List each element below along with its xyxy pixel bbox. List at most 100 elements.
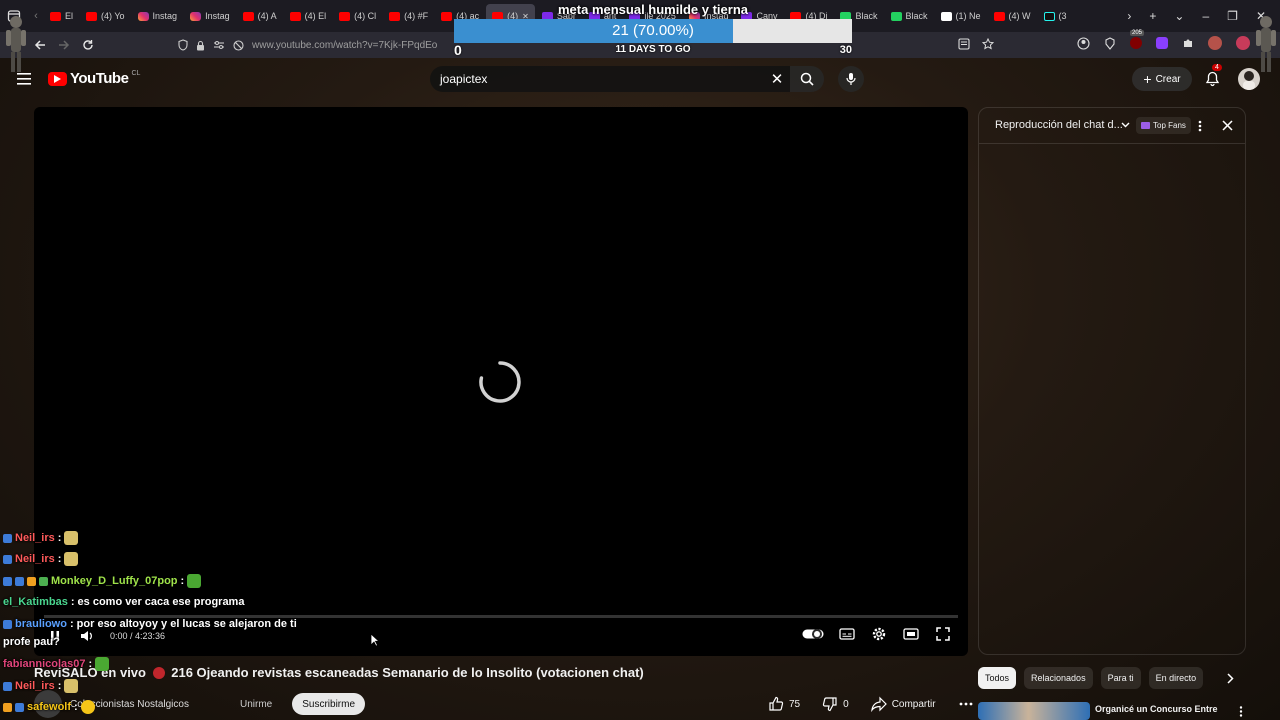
- extension-puzzle-alt-icon[interactable]: [1104, 36, 1116, 50]
- subtitles-icon[interactable]: [838, 625, 856, 643]
- browser-tab[interactable]: (4) Yo: [80, 4, 131, 28]
- subscribe-button[interactable]: Suscribirme: [292, 693, 366, 715]
- browser-tab[interactable]: (4) El: [284, 4, 333, 28]
- browser-tab[interactable]: (4) A: [237, 4, 283, 28]
- browser-tab[interactable]: El: [44, 4, 79, 28]
- close-icon[interactable]: [1219, 117, 1235, 133]
- back-icon[interactable]: [28, 33, 52, 57]
- settings-gear-icon[interactable]: [870, 625, 888, 643]
- share-label: Compartir: [891, 698, 936, 710]
- share-button[interactable]: Compartir: [865, 692, 942, 716]
- chip-related[interactable]: Relacionados: [1024, 667, 1093, 689]
- tracking-protection-icon[interactable]: [178, 39, 188, 51]
- twitch-extension-icon[interactable]: [1156, 37, 1168, 49]
- chat-message: Monkey_D_Luffy_07pop:: [3, 574, 202, 588]
- search-input-value[interactable]: joapictex: [440, 72, 764, 86]
- restore-window-icon[interactable]: ❐: [1227, 9, 1238, 23]
- browser-tab-label: (4) Cl: [354, 11, 377, 21]
- top-fans-label: Top Fans: [1153, 121, 1186, 130]
- browser-tab[interactable]: (4) Cl: [333, 4, 382, 28]
- extension-red-icon[interactable]: [1208, 36, 1222, 50]
- mouse-cursor-icon: [370, 633, 380, 647]
- chip-for-you[interactable]: Para ti: [1100, 667, 1141, 689]
- chat-panel-title[interactable]: Reproducción del chat d...: [995, 119, 1123, 131]
- chat-emote-icon: [187, 574, 202, 588]
- recommended-video-thumbnail[interactable]: [978, 702, 1090, 720]
- recommended-video[interactable]: Organicé un Concurso Entre: [978, 702, 1258, 720]
- chip-live[interactable]: En directo: [1148, 667, 1204, 689]
- chat-username: el_Katimbas: [3, 596, 68, 608]
- autoplay-toggle[interactable]: [802, 625, 824, 643]
- permissions-icon[interactable]: [213, 40, 225, 50]
- browser-tab[interactable]: (3: [1038, 4, 1073, 28]
- reload-icon[interactable]: [76, 33, 100, 57]
- chat-emote-icon: [64, 552, 79, 566]
- search-input[interactable]: joapictex ✕: [430, 66, 790, 92]
- reader-view-icon[interactable]: [958, 38, 970, 50]
- chat-message: brauliowo: por eso altoyoy y el lucas se…: [3, 618, 297, 630]
- chip-all[interactable]: Todos: [978, 667, 1017, 689]
- youtube-favicon-icon: [50, 11, 61, 21]
- browser-tab[interactable]: Instag: [184, 4, 236, 28]
- extensions-area: 205: [1077, 30, 1250, 50]
- share-icon: [870, 696, 887, 712]
- voice-search-button[interactable]: [838, 66, 864, 92]
- chat-message: safewolf:: [3, 700, 95, 714]
- forward-icon[interactable]: [52, 33, 76, 57]
- chevron-right-icon[interactable]: [1222, 670, 1238, 686]
- video-title-main: 216 Ojeando revistas escaneadas Semanari…: [171, 665, 644, 680]
- browser-tab-label: (4) Yo: [101, 11, 125, 21]
- bookmark-star-icon[interactable]: [982, 38, 994, 50]
- autoplay-blocked-icon[interactable]: [233, 39, 244, 51]
- list-tabs-icon[interactable]: ⌄: [1174, 9, 1184, 23]
- chat-badge-icon: [3, 619, 12, 629]
- chat-more-icon[interactable]: [1193, 118, 1207, 134]
- browser-tab[interactable]: (4) W: [988, 4, 1037, 28]
- top-fans-badge[interactable]: Top Fans: [1136, 117, 1191, 134]
- chat-emote-icon: [80, 700, 95, 714]
- extensions-puzzle-icon[interactable]: [1182, 37, 1194, 49]
- browser-tab[interactable]: Instag: [132, 4, 184, 28]
- join-button[interactable]: Unirme: [228, 693, 284, 715]
- account-icon[interactable]: [1077, 36, 1090, 50]
- search-button[interactable]: [790, 66, 824, 92]
- decorative-figure-left-icon: [6, 16, 26, 72]
- chat-text: : es como ver caca ese programa: [70, 596, 245, 608]
- clear-search-icon[interactable]: ✕: [764, 66, 790, 92]
- chat-panel-header: Reproducción del chat d... Top Fans: [979, 108, 1245, 144]
- youtube-play-logo-icon: [48, 71, 67, 86]
- lock-icon[interactable]: [196, 40, 205, 51]
- youtube-logo[interactable]: YouTube CL: [48, 70, 140, 87]
- browser-tab[interactable]: (4) #F: [383, 4, 434, 28]
- new-tab-icon[interactable]: +: [1149, 9, 1156, 23]
- recommended-video-title[interactable]: Organicé un Concurso Entre: [1095, 704, 1218, 714]
- chat-username: Neil_irs: [15, 532, 55, 544]
- goal-days-left: 11 DAYS TO GO: [615, 44, 691, 55]
- dislike-button[interactable]: 0: [816, 692, 855, 716]
- more-actions-icon[interactable]: [952, 692, 980, 716]
- notification-count-badge: 4: [1212, 64, 1222, 71]
- tab-scroll-left-icon[interactable]: ‹: [28, 0, 44, 32]
- create-button-label: Crear: [1155, 73, 1181, 85]
- chat-text: :: [57, 553, 62, 565]
- thumbs-up-icon: [769, 696, 784, 711]
- more-vert-icon[interactable]: [1236, 704, 1246, 718]
- browser-tab[interactable]: Black: [885, 4, 934, 28]
- ublock-icon[interactable]: 205: [1130, 30, 1145, 49]
- notifications-button[interactable]: 4: [1200, 64, 1224, 91]
- chat-badge-icon: [3, 681, 12, 691]
- minimize-window-icon[interactable]: –: [1202, 9, 1209, 23]
- theater-mode-icon[interactable]: [902, 625, 920, 643]
- extension-gear-icon[interactable]: [1236, 36, 1250, 50]
- chat-emote-icon: [64, 531, 79, 545]
- chat-badge-icon: [39, 576, 48, 586]
- like-button[interactable]: 75: [762, 692, 806, 716]
- tab-scroll-right-icon[interactable]: ›: [1127, 9, 1131, 23]
- video-title: ReviSALO en vivo 216 Ojeando revistas es…: [34, 665, 644, 680]
- browser-tab[interactable]: (1) Ne: [935, 4, 987, 28]
- fullscreen-icon[interactable]: [934, 625, 952, 643]
- chevron-down-icon[interactable]: [1119, 119, 1131, 131]
- url-text[interactable]: www.youtube.com/watch?v=7Kjk-FPqdEo: [252, 40, 437, 51]
- create-button[interactable]: + Crear: [1132, 67, 1192, 91]
- youtube-favicon-icon: [289, 11, 301, 21]
